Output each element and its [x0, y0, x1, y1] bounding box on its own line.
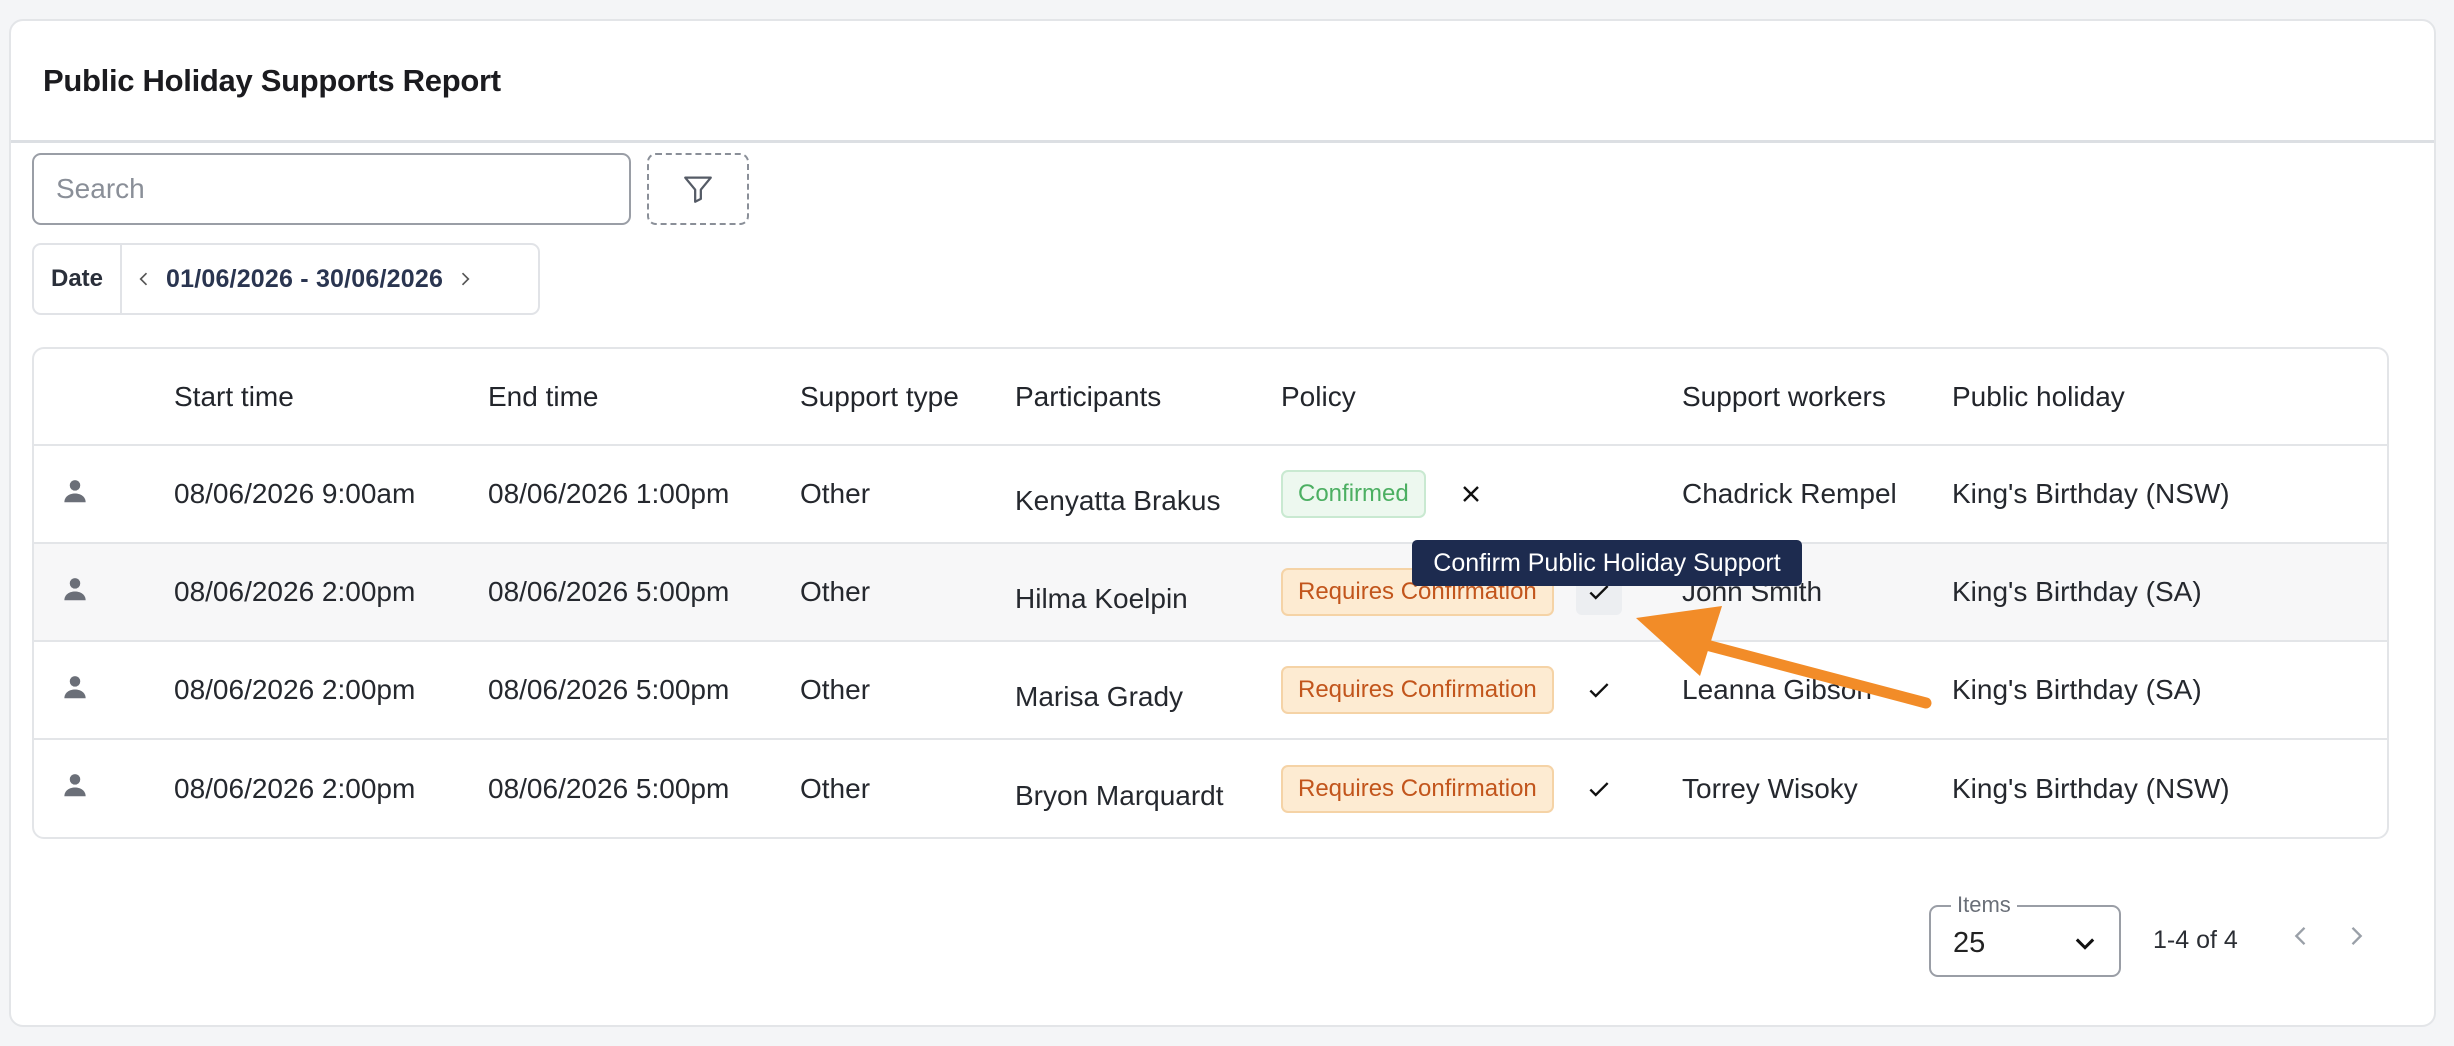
status-badge: Requires Confirmation [1281, 764, 1554, 813]
card-header: Public Holiday Supports Report [11, 21, 2434, 143]
cell-support-worker[interactable]: Torrey Wisoky [1682, 739, 1952, 837]
cell-end-time: 08/06/2026 5:00pm [488, 641, 800, 740]
cell-end-time: 08/06/2026 5:00pm [488, 543, 800, 642]
header-support-workers[interactable]: Support workers [1682, 349, 1952, 446]
search-field[interactable] [32, 153, 631, 225]
cell-policy: Confirmed [1281, 445, 1682, 544]
table-row[interactable]: 08/06/2026 2:00pm 08/06/2026 5:00pm Othe… [34, 543, 2387, 642]
table-row[interactable]: 08/06/2026 2:00pm 08/06/2026 5:00pm Othe… [34, 641, 2387, 740]
cell-support-type: Other [800, 772, 871, 804]
date-range[interactable]: 01/06/2026 - 30/06/2026 [166, 265, 443, 294]
cell-start-time: 08/06/2026 2:00pm [174, 772, 416, 804]
unconfirm-button[interactable] [1448, 471, 1494, 517]
confirm-button[interactable] [1576, 766, 1622, 812]
header-participants[interactable]: Participants [1015, 349, 1281, 446]
chevron-right-icon [2351, 927, 2363, 945]
cell-end-time: 08/06/2026 5:00pm [488, 772, 730, 804]
page-title: Public Holiday Supports Report [43, 62, 501, 98]
table-row[interactable]: 08/06/2026 2:00pm 08/06/2026 5:00pm Othe… [34, 739, 2387, 837]
items-per-page-select[interactable]: Items 25 [1929, 892, 2121, 977]
cell-support-type: Other [800, 641, 1015, 740]
person-icon [60, 672, 90, 702]
check-icon [1589, 781, 1609, 797]
header-public-holiday[interactable]: Public holiday [1952, 349, 2387, 446]
cell-public-holiday: King's Birthday (SA) [1952, 543, 2387, 642]
cell-participant[interactable]: Kenyatta Brakus [1015, 445, 1281, 544]
cell-start-time: 08/06/2026 2:00pm [174, 641, 488, 740]
header-support-type[interactable]: Support type [800, 349, 1015, 446]
status-badge: Confirmed [1281, 470, 1426, 518]
status-badge: Requires Confirmation [1281, 666, 1554, 714]
chevron-down-icon [2075, 938, 2095, 950]
person-icon [60, 476, 90, 506]
tooltip: Confirm Public Holiday Support [1412, 540, 1802, 586]
cell-participant[interactable]: Bryon Marquardt [1015, 739, 1281, 837]
cell-support-type: Other [800, 445, 1015, 544]
cell-support-type: Other [800, 543, 1015, 642]
filter-button[interactable] [647, 153, 749, 225]
chevron-left-icon [2294, 927, 2306, 945]
filter-icon [684, 176, 712, 203]
prev-page-button[interactable] [2287, 922, 2315, 955]
cell-support-worker[interactable]: Chadrick Rempel [1682, 445, 1952, 544]
cell-end-time: 08/06/2026 1:00pm [488, 445, 800, 544]
person-icon [60, 574, 90, 604]
header-start-time[interactable]: Start time [174, 349, 488, 446]
cell-public-holiday: King's Birthday (SA) [1952, 641, 2387, 740]
cell-public-holiday: King's Birthday (NSW) [1952, 772, 2230, 804]
cell-policy: Requires Confirmation [1281, 739, 1682, 837]
pagination-range: 1-4 of 4 [2153, 926, 2238, 954]
cell-public-holiday: King's Birthday (NSW) [1952, 445, 2387, 544]
cell-start-time: 08/06/2026 9:00am [174, 445, 488, 544]
header-icon [34, 349, 174, 446]
cell-policy: Requires Confirmation [1281, 641, 1682, 740]
date-next-button[interactable] [443, 245, 487, 313]
header-policy[interactable]: Policy [1281, 349, 1682, 446]
table-header-row: Start time End time Support type Partici… [34, 349, 2387, 446]
table-row[interactable]: 08/06/2026 9:00am 08/06/2026 1:00pm Othe… [34, 445, 2387, 544]
cell-support-worker[interactable]: Leanna Gibson [1682, 641, 1952, 740]
cell-participant[interactable]: Marisa Grady [1015, 641, 1281, 740]
chevron-right-icon [461, 272, 470, 286]
date-prev-button[interactable] [122, 245, 166, 313]
confirm-button[interactable] [1576, 667, 1622, 713]
search-input[interactable] [56, 173, 629, 205]
items-per-page-value: 25 [1953, 927, 1986, 959]
supports-table: Start time End time Support type Partici… [32, 347, 2389, 839]
header-end-time[interactable]: End time [488, 349, 800, 446]
close-icon [1462, 486, 1479, 502]
cell-start-time: 08/06/2026 2:00pm [174, 543, 488, 642]
chevron-left-icon [139, 272, 148, 286]
check-icon [1589, 683, 1609, 698]
next-page-button[interactable] [2342, 922, 2370, 955]
items-per-page-label: Items [1951, 892, 2017, 918]
date-filter: Date 01/06/2026 - 30/06/2026 [32, 243, 540, 315]
date-filter-label: Date [34, 245, 122, 313]
cell-participant[interactable]: Hilma Koelpin [1015, 543, 1281, 642]
person-icon [60, 770, 90, 800]
